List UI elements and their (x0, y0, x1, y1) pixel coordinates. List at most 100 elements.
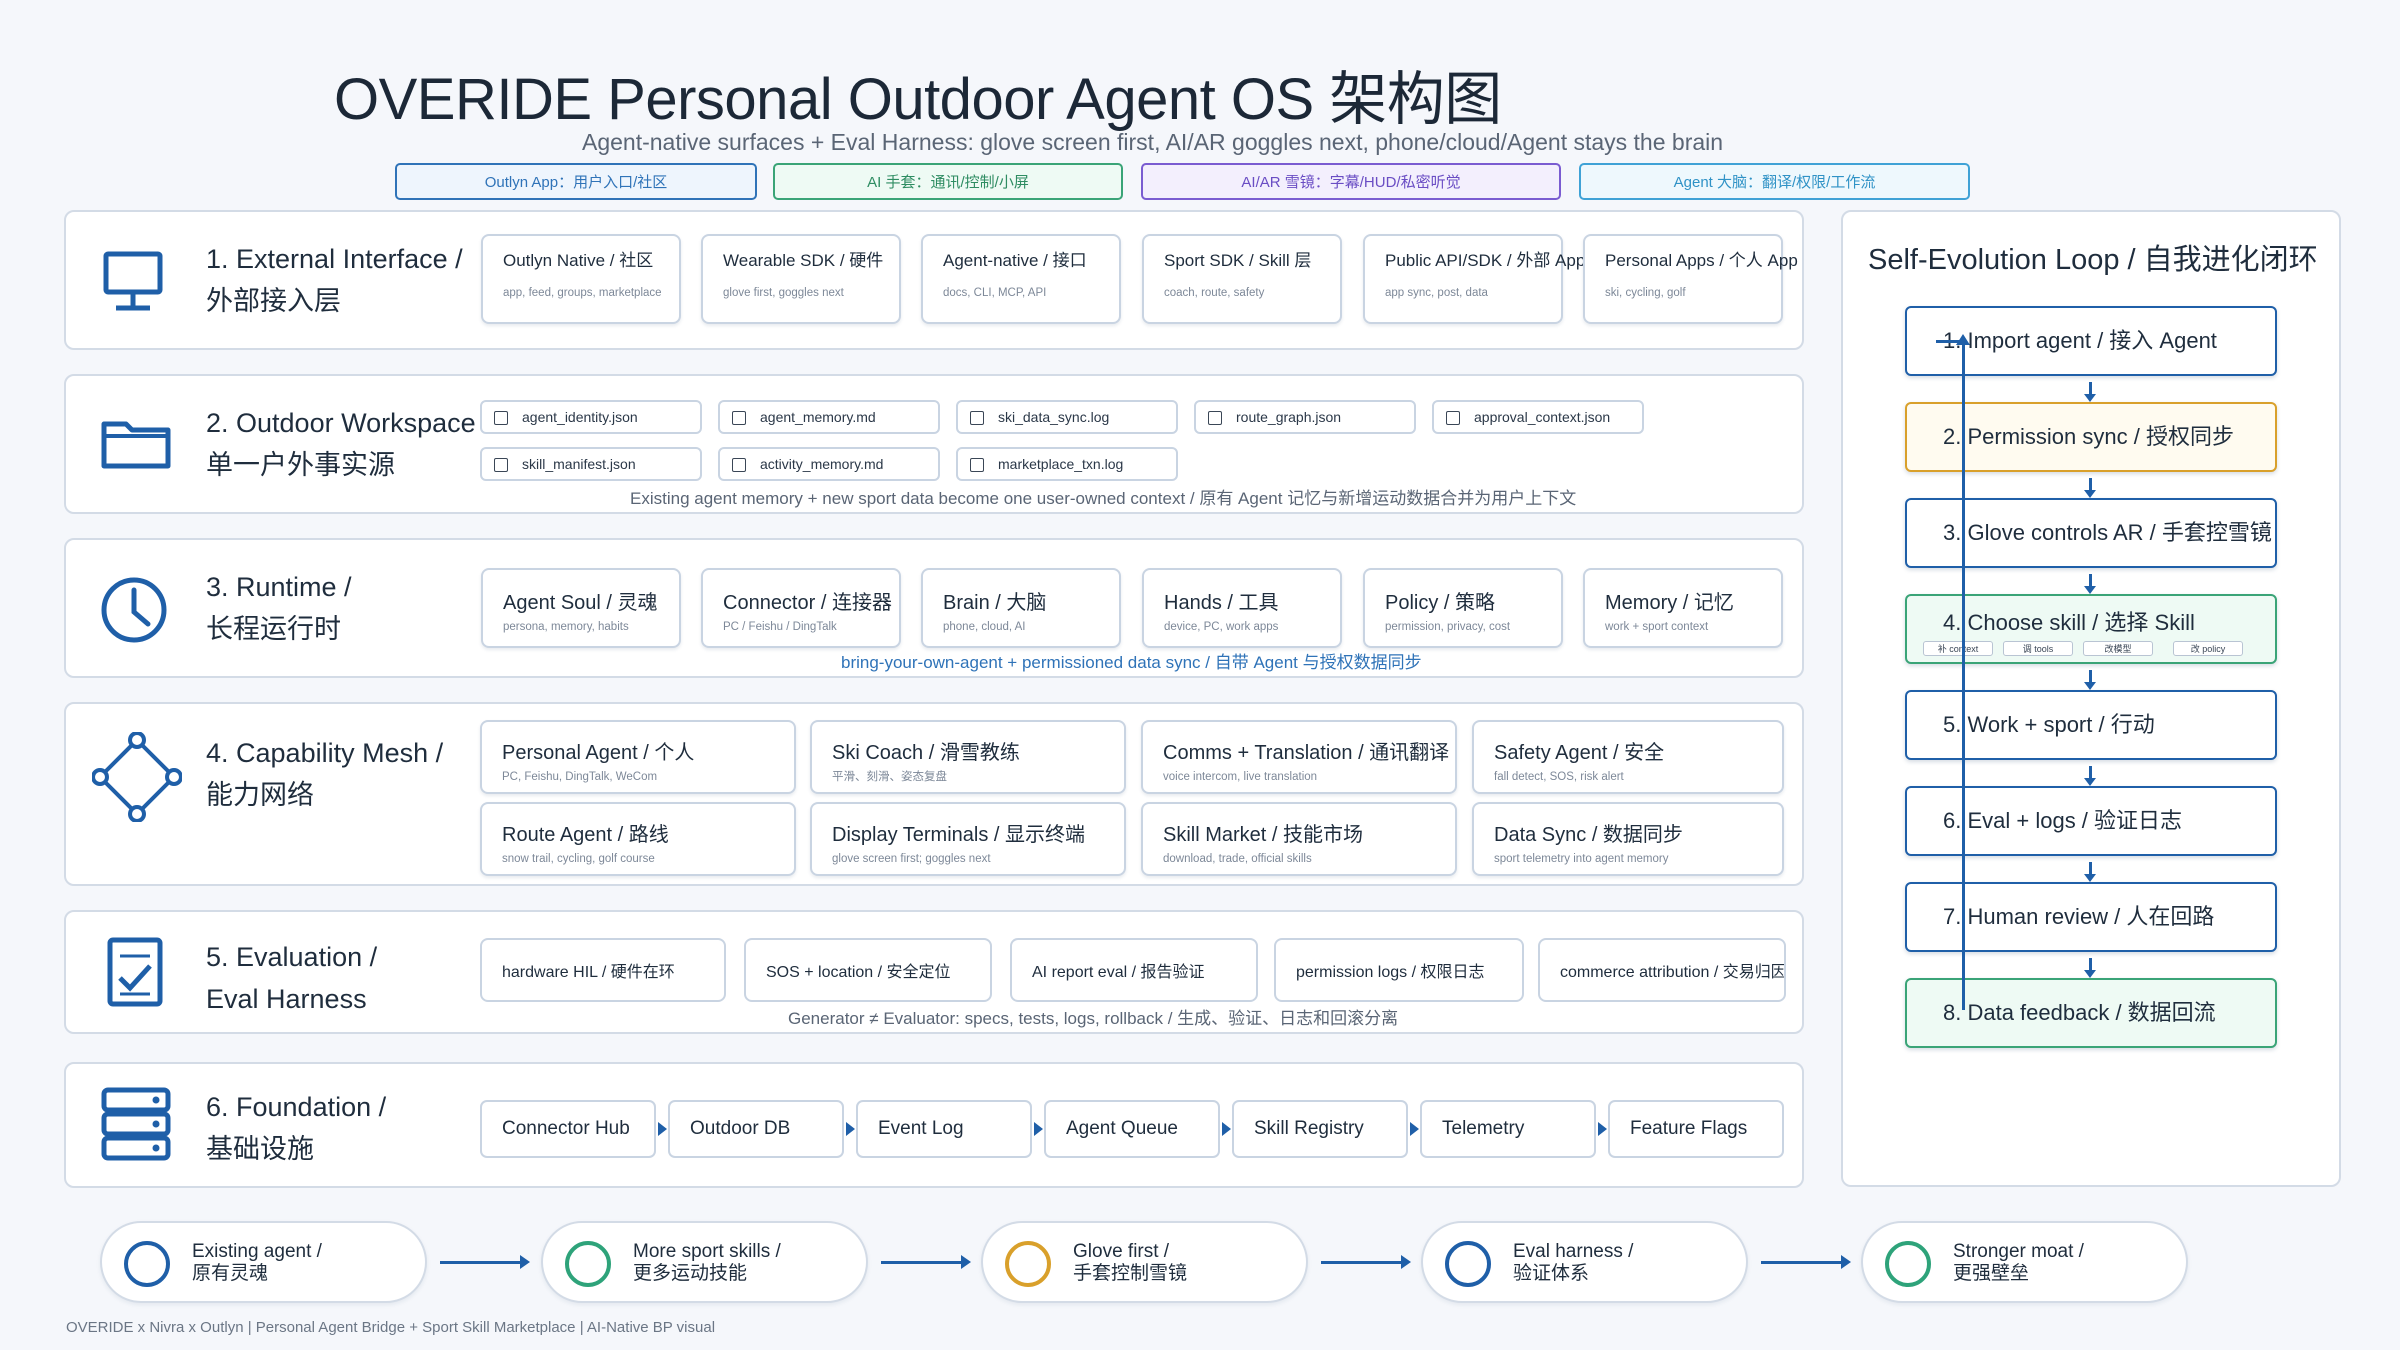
card-wearable-sdk[interactable]: Wearable SDK / 硬件 glove first, goggles ne… (701, 234, 901, 324)
flow-more-sport-skills: More sport skills / 更多运动技能 (541, 1221, 868, 1303)
checkbox[interactable] (732, 458, 746, 472)
card-sport-sdk[interactable]: Sport SDK / Skill 层 coach, route, safety (1142, 234, 1342, 324)
checkbox[interactable] (1208, 411, 1222, 425)
checkbox[interactable] (970, 411, 984, 425)
foundation-skill-registry[interactable]: Skill Registry (1232, 1100, 1408, 1158)
file-marketplace-txn[interactable]: marketplace_txn.log (956, 447, 1178, 481)
card-skill-market[interactable]: Skill Market / 技能市场 download, trade, offi… (1141, 802, 1457, 876)
file-ski-data-sync[interactable]: ski_data_sync.log (956, 400, 1178, 434)
file-agent-memory[interactable]: agent_memory.md (718, 400, 940, 434)
monitor-icon (103, 251, 163, 311)
layer-runtime: 3. Runtime / 长程运行时 Agent Soul / 灵魂 person… (64, 538, 1804, 678)
arrow-down-icon (2084, 574, 2096, 594)
foundation-telemetry[interactable]: Telemetry (1420, 1100, 1596, 1158)
arrow-down-icon (2084, 766, 2096, 786)
file-activity-memory[interactable]: activity_memory.md (718, 447, 940, 481)
clock-icon (101, 577, 167, 643)
arrow-right-icon (1222, 1122, 1231, 1136)
card-hands[interactable]: Hands / 工具 device, PC, work apps (1142, 568, 1342, 648)
footer-caption: OVERIDE x Nivra x Outlyn | Personal Agen… (66, 1319, 716, 1336)
flow-eval-harness: Eval harness / 验证体系 (1421, 1221, 1748, 1303)
foundation-event-log[interactable]: Event Log (856, 1100, 1032, 1158)
arrow-right-icon (881, 1255, 971, 1269)
layer-capability-mesh: 4. Capability Mesh / 能力网络 Personal Agent… (64, 702, 1804, 886)
arrow-right-icon (658, 1122, 667, 1136)
card-route-agent[interactable]: Route Agent / 路线 snow trail, cycling, gol… (480, 802, 796, 876)
card-agent-soul[interactable]: Agent Soul / 灵魂 persona, memory, habits (481, 568, 681, 648)
entry-tags: Outlyn App：用户入口/社区 AI 手套：通讯/控制/小屏 AI/AR … (0, 163, 2400, 201)
flow-glove-first: Glove first / 手套控制雪镜 (981, 1221, 1308, 1303)
loop-step-eval-logs[interactable]: 6. Eval + logs / 验证日志 (1905, 786, 2277, 856)
card-policy[interactable]: Policy / 策略 permission, privacy, cost (1363, 568, 1563, 648)
loop-step-data-feedback[interactable]: 8. Data feedback / 数据回流 (1905, 978, 2277, 1048)
layer-title: 4. Capability Mesh / 能力网络 (206, 738, 444, 810)
circle-icon (565, 1241, 611, 1287)
card-brain[interactable]: Brain / 大脑 phone, cloud, AI (921, 568, 1121, 648)
card-comms-translation[interactable]: Comms + Translation / 通讯翻译 voice intercom… (1141, 720, 1457, 794)
layer-title: 6. Foundation / 基础设施 (206, 1092, 387, 1164)
page-subtitle: Agent-native surfaces + Eval Harness: gl… (582, 129, 1724, 155)
file-route-graph[interactable]: route_graph.json (1194, 400, 1416, 434)
card-public-api[interactable]: Public API/SDK / 外部 App app sync, post, d… (1363, 234, 1585, 324)
loop-step-human-review[interactable]: 7. Human review / 人在回路 (1905, 882, 2277, 952)
card-ski-coach[interactable]: Ski Coach / 滑雪教练 平滑、刻滑、姿态复盘 (810, 720, 1126, 794)
circle-icon (1885, 1241, 1931, 1287)
eval-permission-logs[interactable]: permission logs / 权限日志 (1274, 938, 1524, 1002)
checkbox[interactable] (1446, 411, 1460, 425)
loop-step-permission-sync[interactable]: 2. Permission sync / 授权同步 (1905, 402, 2277, 472)
card-personal-agent[interactable]: Personal Agent / 个人 PC, Feishu, DingTalk,… (480, 720, 796, 794)
checkbox[interactable] (970, 458, 984, 472)
self-evolution-loop: Self-Evolution Loop / 自我进化闭环 1. Import a… (1841, 210, 2341, 1187)
file-skill-manifest[interactable]: skill_manifest.json (480, 447, 702, 481)
layer-title: 2. Outdoor Workspace / 单一户外事实源 (206, 408, 491, 480)
checkbox[interactable] (494, 411, 508, 425)
foundation-feature-flags[interactable]: Feature Flags (1608, 1100, 1784, 1158)
loop-step-glove-controls-ar[interactable]: 3. Glove controls AR / 手套控雪镜 (1905, 498, 2277, 568)
arrow-down-icon (2084, 862, 2096, 882)
layer-title: 1. External Interface / 外部接入层 (206, 244, 463, 316)
workspace-note: Existing agent memory + new sport data b… (630, 489, 1577, 508)
checklist-icon (107, 937, 163, 1007)
server-icon (101, 1087, 171, 1161)
foundation-connector-hub[interactable]: Connector Hub (480, 1100, 656, 1158)
card-display-terminals[interactable]: Display Terminals / 显示终端 glove screen fir… (810, 802, 1126, 876)
card-personal-apps[interactable]: Personal Apps / 个人 App ski, cycling, golf (1583, 234, 1798, 324)
checkbox[interactable] (494, 458, 508, 472)
arrow-right-icon (1761, 1255, 1851, 1269)
loop-title: Self-Evolution Loop / 自我进化闭环 (1868, 244, 2318, 276)
eval-hardware-hil[interactable]: hardware HIL / 硬件在环 (480, 938, 726, 1002)
mini-tag-model: 改模型 (2083, 641, 2153, 656)
foundation-outdoor-db[interactable]: Outdoor DB (668, 1100, 844, 1158)
card-outlyn-native[interactable]: Outlyn Native / 社区 app, feed, groups, mar… (481, 234, 681, 324)
mini-tag-tools: 调 tools (2003, 641, 2073, 656)
mini-tag-policy: 改 policy (2173, 641, 2243, 656)
arrow-down-icon (2084, 670, 2096, 690)
eval-commerce-attribution[interactable]: commerce attribution / 交易归因 (1538, 938, 1786, 1002)
tag-outlyn-app: Outlyn App：用户入口/社区 (395, 163, 757, 200)
arrow-down-icon (2084, 958, 2096, 978)
loop-step-choose-skill[interactable]: 4. Choose skill / 选择 Skill 补 context 调 t… (1905, 594, 2277, 664)
feedback-return-connector (1936, 340, 1964, 343)
card-connector[interactable]: Connector / 连接器 PC / Feishu / DingTalk (701, 568, 901, 648)
arrow-right-icon (846, 1122, 855, 1136)
eval-sos-location[interactable]: SOS + location / 安全定位 (744, 938, 992, 1002)
checkbox[interactable] (732, 411, 746, 425)
card-agent-native[interactable]: Agent-native / 接口 docs, CLI, MCP, API (921, 234, 1121, 324)
loop-step-work-sport[interactable]: 5. Work + sport / 行动 (1905, 690, 2277, 760)
page-title: OVERIDE Personal Outdoor Agent OS 架构图 (334, 67, 1502, 132)
card-safety-agent[interactable]: Safety Agent / 安全 fall detect, SOS, risk … (1472, 720, 1784, 794)
tag-ai-glove: AI 手套：通讯/控制/小屏 (773, 163, 1123, 200)
layer-outdoor-workspace: 2. Outdoor Workspace / 单一户外事实源 agent_ide… (64, 374, 1804, 514)
foundation-agent-queue[interactable]: Agent Queue (1044, 1100, 1220, 1158)
arrow-down-icon (2084, 478, 2096, 498)
eval-ai-report[interactable]: AI report eval / 报告验证 (1010, 938, 1258, 1002)
card-data-sync[interactable]: Data Sync / 数据同步 sport telemetry into age… (1472, 802, 1784, 876)
arrow-down-icon (2084, 382, 2096, 402)
file-approval-context[interactable]: approval_context.json (1432, 400, 1644, 434)
mini-tag-context: 补 context (1923, 641, 1993, 656)
layer-title: 5. Evaluation / Eval Harness (206, 942, 378, 1014)
layer-external-interface: 1. External Interface / 外部接入层 Outlyn Nat… (64, 210, 1804, 350)
file-agent-identity[interactable]: agent_identity.json (480, 400, 702, 434)
card-memory[interactable]: Memory / 记忆 work + sport context (1583, 568, 1783, 648)
tag-ar-goggles: AI/AR 雪镜：字幕/HUD/私密听觉 (1141, 163, 1561, 200)
